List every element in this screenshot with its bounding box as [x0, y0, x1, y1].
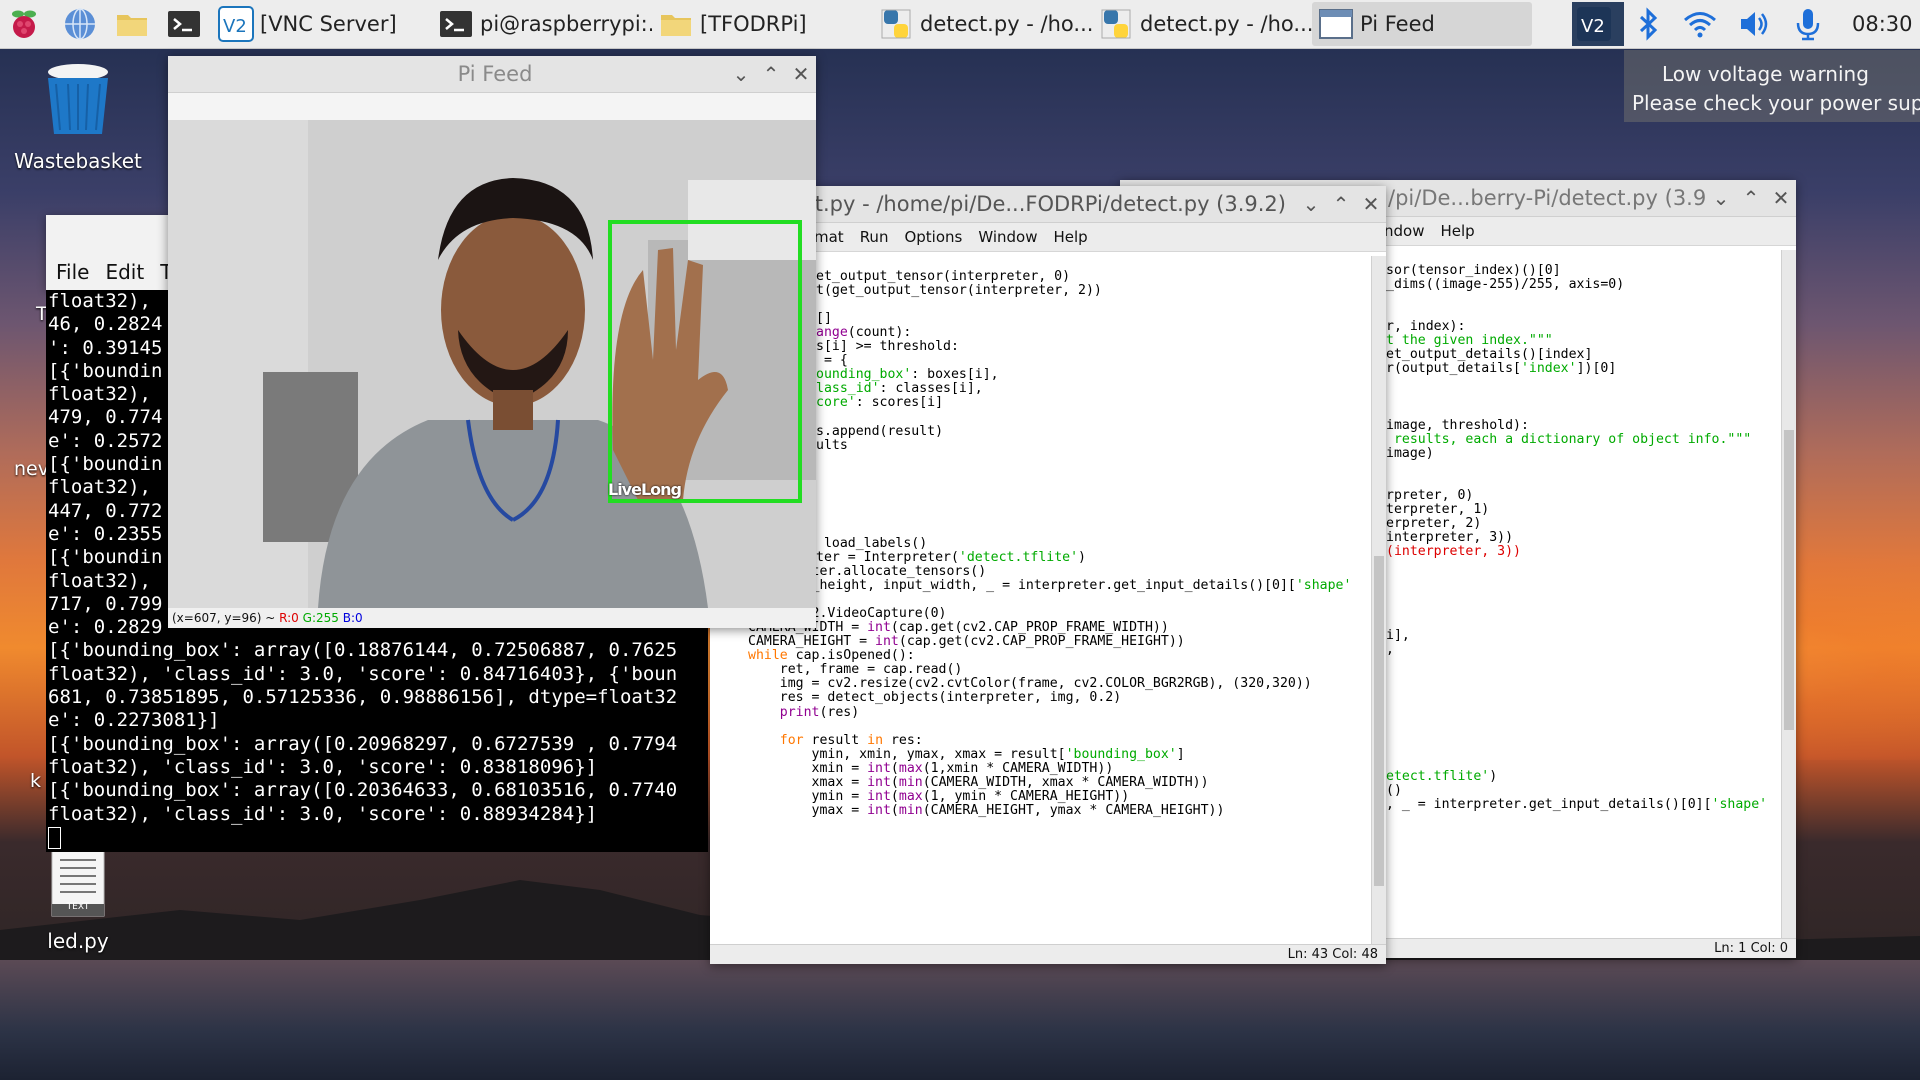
- terminal-line: float32), 'class_id': 3.0, 'score': 0.83…: [48, 755, 598, 778]
- bluetooth-button[interactable]: [1624, 2, 1676, 46]
- terminal-line: [{'bounding_box': array([0.20364633, 0.6…: [48, 779, 678, 802]
- task-terminal[interactable]: pi@raspberrypi:...: [432, 2, 652, 46]
- close-button[interactable]: ✕: [786, 59, 816, 89]
- menu-help[interactable]: Help: [1440, 222, 1474, 240]
- task-label: [VNC Server]: [260, 12, 397, 36]
- pi-feed-toolbar: [168, 93, 816, 120]
- vnc-tray-button[interactable]: V2: [1572, 2, 1624, 46]
- close-button[interactable]: ✕: [1766, 183, 1796, 213]
- clock[interactable]: 08:30: [1852, 12, 1912, 36]
- wallpaper-water: [0, 960, 1920, 1080]
- globe-icon: [65, 8, 95, 40]
- bluetooth-icon: [1639, 7, 1658, 41]
- desktop-icon-led-py[interactable]: TEXT led.py: [30, 848, 126, 953]
- terminal-icon: [168, 11, 200, 37]
- volume-icon: [1741, 12, 1768, 36]
- svg-text:V2: V2: [1581, 16, 1605, 37]
- editor-front-status: Ln: 43 Col: 48: [710, 944, 1386, 964]
- python-icon: [1101, 9, 1131, 39]
- detection-box: [608, 220, 802, 503]
- terminal-line: float32), 'class_id': 3.0, 'score': 0.88…: [48, 802, 598, 825]
- notification-text: Please check your power suppl: [1632, 91, 1920, 115]
- file-manager-launcher[interactable]: [108, 2, 160, 46]
- terminal-line: [{'bounding_box': array([0.20968297, 0.6…: [48, 732, 678, 755]
- wifi-icon: [1684, 12, 1716, 38]
- maximize-button[interactable]: ⌃: [1326, 189, 1356, 219]
- task-label: pi@raspberrypi:...: [480, 12, 652, 36]
- taskbar: V2 [VNC Server] pi@raspberrypi:... [TFOD…: [0, 0, 1920, 49]
- close-button[interactable]: ✕: [1356, 189, 1386, 219]
- minimize-button[interactable]: ⌄: [726, 59, 756, 89]
- task-label: [TFODRPi]: [700, 12, 807, 36]
- wastebasket-icon: [48, 64, 108, 134]
- pi-feed-titlebar[interactable]: Pi Feed ⌄ ⌃ ✕: [168, 56, 816, 93]
- raspberry-icon: [12, 10, 36, 38]
- pixel-g: G:255: [302, 611, 339, 625]
- task-detect-py-2[interactable]: detect.py - /ho...: [1092, 2, 1312, 46]
- vnc-icon: V2: [1577, 7, 1611, 41]
- menu-run[interactable]: Run: [860, 228, 889, 246]
- folder-icon: [117, 15, 147, 36]
- maximize-button[interactable]: ⌃: [756, 59, 786, 89]
- menu-window[interactable]: ndow: [1384, 222, 1424, 240]
- maximize-button[interactable]: ⌃: [1736, 183, 1766, 213]
- svg-text:V2: V2: [223, 16, 247, 37]
- task-label: Pi Feed: [1360, 12, 1435, 36]
- task-pi-feed[interactable]: Pi Feed: [1312, 2, 1532, 46]
- system-tray: V2 08:30: [1572, 0, 1920, 48]
- editor-back-scrollbar[interactable]: [1781, 250, 1796, 938]
- editor-back-code[interactable]: sor(tensor_index)()[0] _dims((image-255)…: [1386, 250, 1780, 930]
- scrollbar-thumb[interactable]: [1374, 556, 1384, 886]
- task-folder[interactable]: [TFODRPi]: [652, 2, 872, 46]
- task-label: detect.py - /ho...: [1140, 12, 1312, 36]
- window-title: Pi Feed: [457, 62, 533, 86]
- editor-front-code[interactable]: et_output_tensor(interpreter, 0) t(get_o…: [748, 256, 1368, 938]
- low-voltage-notification[interactable]: Low voltage warning Please check your po…: [1624, 50, 1920, 122]
- desktop-icon-label: led.py: [47, 929, 109, 953]
- task-detect-py-1[interactable]: detect.py - /ho...: [872, 2, 1092, 46]
- editor-front-scrollbar[interactable]: [1371, 256, 1386, 944]
- window-icon: [1319, 9, 1353, 39]
- menu-format[interactable]: mat: [814, 228, 844, 246]
- desktop-icon-label: Wastebasket: [14, 149, 142, 173]
- microphone-button[interactable]: [1784, 2, 1838, 46]
- pixel-r: R:0: [279, 611, 299, 625]
- desktop-icon-partial[interactable]: k: [30, 770, 41, 792]
- detection-label: LiveLong: [608, 480, 682, 499]
- scrollbar-thumb[interactable]: [1784, 430, 1794, 730]
- task-label: detect.py - /ho...: [920, 12, 1092, 36]
- terminal-line: 681, 0.73851895, 0.57125336, 0.98886156]…: [48, 686, 678, 709]
- minimize-button[interactable]: ⌄: [1296, 189, 1326, 219]
- terminal-launcher[interactable]: [160, 2, 212, 46]
- volume-button[interactable]: [1730, 2, 1784, 46]
- camera-feed[interactable]: LiveLong: [168, 120, 816, 608]
- python-icon: [881, 9, 911, 39]
- terminal-icon: [440, 11, 472, 37]
- menu-button[interactable]: [0, 2, 56, 46]
- terminal-cursor: [48, 827, 61, 850]
- pixel-b: B:0: [342, 611, 363, 625]
- microphone-icon: [1796, 9, 1820, 41]
- menu-edit[interactable]: Edit: [105, 260, 144, 284]
- menu-window[interactable]: Window: [978, 228, 1037, 246]
- wifi-button[interactable]: [1676, 2, 1730, 46]
- folder-icon: [661, 15, 691, 36]
- vnc-icon: V2: [218, 6, 254, 42]
- desktop-icon-partial[interactable]: nev: [14, 458, 49, 480]
- minimize-button[interactable]: ⌄: [1706, 183, 1736, 213]
- menu-options[interactable]: Options: [904, 228, 962, 246]
- notification-title: Low voltage warning: [1662, 62, 1869, 86]
- menu-help[interactable]: Help: [1054, 228, 1088, 246]
- terminal-line: float32), 'class_id': 3.0, 'score': 0.84…: [48, 662, 678, 685]
- pi-feed-window: Pi Feed ⌄ ⌃ ✕ LiveLong (x=607, y=96) ~ R…: [168, 56, 816, 628]
- pi-feed-statusbar: (x=607, y=96) ~ R:0 G:255 B:0: [168, 608, 816, 628]
- terminal-line: [{'bounding_box': array([0.18876144, 0.7…: [48, 639, 678, 662]
- browser-launcher[interactable]: [56, 2, 108, 46]
- terminal-line: e': 0.2273081}]: [48, 709, 220, 732]
- file-type-badge: TEXT: [66, 902, 90, 912]
- desktop-icon-wastebasket[interactable]: Wastebasket: [10, 60, 146, 173]
- task-vnc-server[interactable]: V2 [VNC Server]: [212, 2, 432, 46]
- menu-file[interactable]: File: [56, 260, 89, 284]
- pixel-coords: (x=607, y=96) ~: [172, 611, 280, 625]
